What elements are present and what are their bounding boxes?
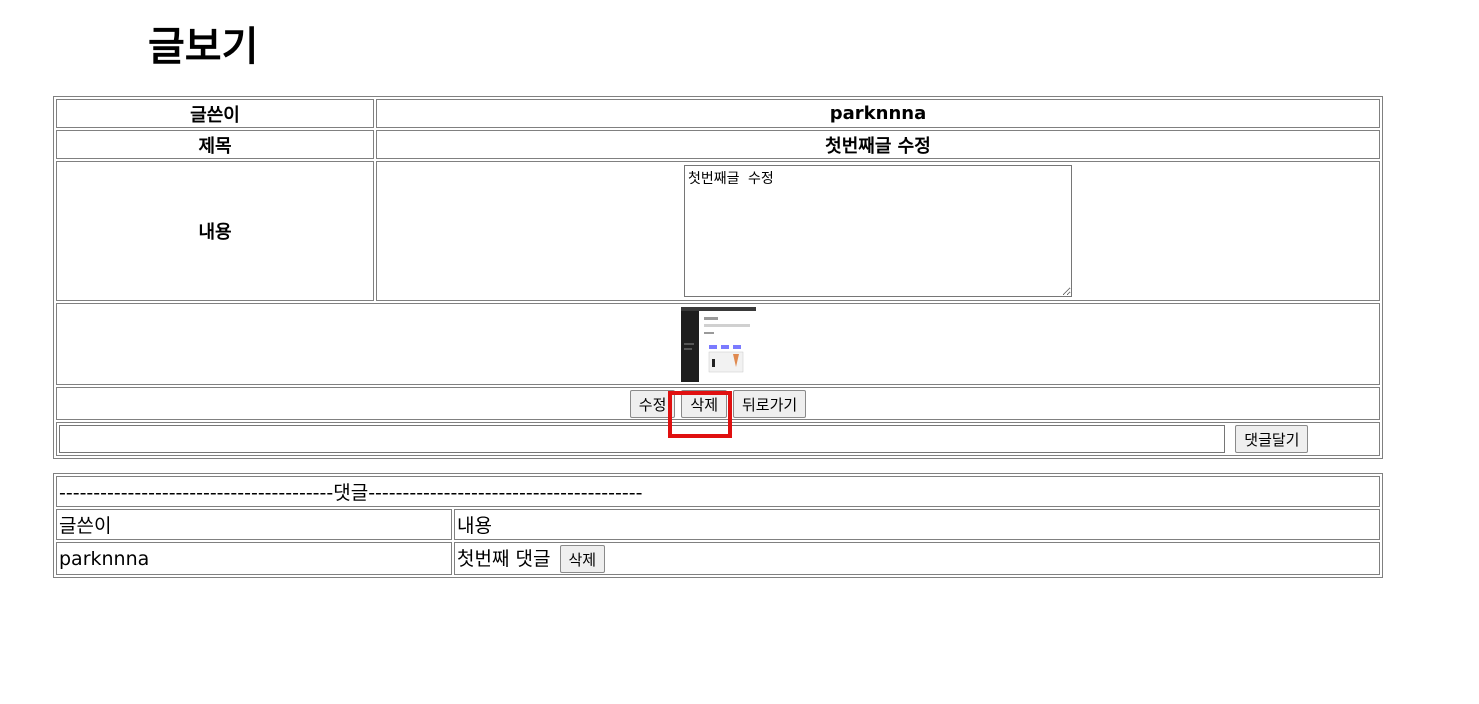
comment-form-row: 댓글달기 xyxy=(56,422,1380,456)
image-cell xyxy=(56,303,1380,385)
delete-button[interactable]: 삭제 xyxy=(681,389,727,418)
comment-divider-row: ----------------------------------------… xyxy=(56,476,1380,507)
comment-header-row: 글쓴이 내용 xyxy=(56,509,1380,540)
comment-submit-button[interactable]: 댓글달기 xyxy=(1235,425,1309,453)
comment-author: parknnna xyxy=(56,542,452,575)
actions-cell: 수정 삭제 뒤로가기 xyxy=(56,387,1380,420)
content-textarea[interactable]: 첫번째글 수정 xyxy=(684,165,1072,297)
image-row xyxy=(56,303,1380,385)
comment-delete-button[interactable]: 삭제 xyxy=(559,545,606,574)
content-label: 내용 xyxy=(56,161,374,301)
author-row: 글쓴이 parknnna xyxy=(56,99,1380,128)
actions-row: 수정 삭제 뒤로가기 xyxy=(56,387,1380,420)
comment-divider: ----------------------------------------… xyxy=(56,476,1380,507)
comment-table: ----------------------------------------… xyxy=(53,473,1383,578)
comment-form-cell: 댓글달기 xyxy=(56,422,1380,456)
content-cell: 첫번째글 수정 xyxy=(376,161,1380,301)
author-label: 글쓴이 xyxy=(56,99,374,128)
author-value: parknnna xyxy=(376,99,1380,128)
comment-header-author: 글쓴이 xyxy=(56,509,452,540)
comment-input[interactable] xyxy=(59,425,1225,453)
content-row: 내용 첫번째글 수정 xyxy=(56,161,1380,301)
post-table: 글쓴이 parknnna 제목 첫번째글 수정 내용 첫번째글 수정 수정 삭제… xyxy=(53,96,1383,459)
comment-row: parknnna 첫번째 댓글 삭제 xyxy=(56,542,1380,575)
back-button[interactable]: 뒤로가기 xyxy=(733,389,807,418)
comment-text: 첫번째 댓글 xyxy=(457,547,551,570)
attachment-thumbnail[interactable] xyxy=(680,306,756,382)
title-value: 첫번째글 수정 xyxy=(376,130,1380,159)
title-row: 제목 첫번째글 수정 xyxy=(56,130,1380,159)
edit-button[interactable]: 수정 xyxy=(629,389,676,418)
comment-content-cell: 첫번째 댓글 삭제 xyxy=(454,542,1380,575)
page-title: 글보기 xyxy=(148,24,259,70)
title-label: 제목 xyxy=(56,130,374,159)
comment-header-content: 내용 xyxy=(454,509,1380,540)
